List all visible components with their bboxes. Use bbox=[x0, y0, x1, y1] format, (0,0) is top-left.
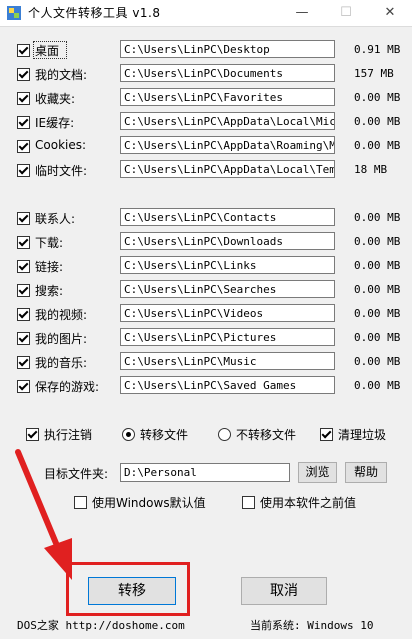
footer-system: 当前系统: Windows 10 bbox=[250, 619, 374, 632]
footer-site: DOS之家 http://doshome.com bbox=[17, 619, 185, 632]
arrow-annotation-icon bbox=[15, 449, 72, 580]
